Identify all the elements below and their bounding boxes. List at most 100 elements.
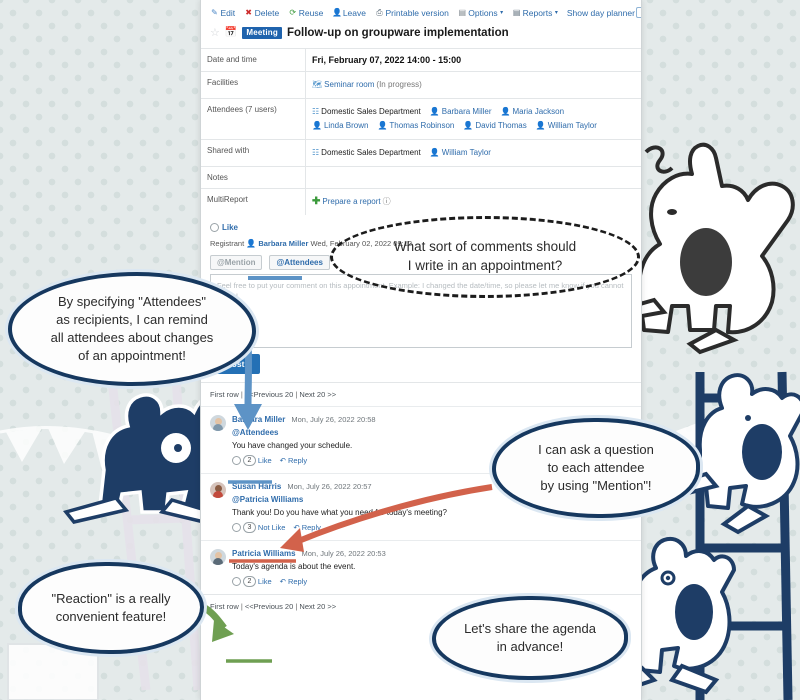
pager-previous-top[interactable]: <<Previous 20 — [245, 390, 293, 399]
attendee-name-3[interactable]: Linda Brown — [324, 119, 368, 133]
reply-label-3: Reply — [287, 577, 308, 586]
user-icon-5: 👤 — [463, 121, 474, 130]
comment-reaction-1[interactable]: 2 Like — [232, 455, 272, 466]
label-facilities: Facilities — [201, 71, 306, 99]
avatar-2 — [210, 482, 226, 498]
prepare-report-label[interactable]: Prepare a report — [322, 195, 380, 209]
like-button[interactable]: Like — [210, 223, 238, 232]
bubble-agenda-line2: in advance! — [496, 639, 564, 654]
attendee-name-5[interactable]: David Thomas — [475, 119, 526, 133]
printer-icon: ⎙ — [376, 8, 383, 17]
organization-icon: ☷ — [312, 107, 320, 116]
pager-next-top[interactable]: Next 20 >> — [299, 390, 336, 399]
ladder-right — [695, 371, 793, 700]
label-attendees: Attendees (7 users) — [201, 98, 306, 140]
attendee-chip-3[interactable]: 👤 Linda Brown — [312, 119, 368, 133]
toolbar-show-day-planner[interactable]: Show day planner ↓ — [566, 7, 641, 18]
day-planner-icon: ↓ — [636, 7, 641, 18]
page-title: Follow-up on groupware implementation — [286, 26, 509, 39]
label-multireport: MultiReport — [201, 188, 306, 215]
comment-reply-3[interactable]: ↶ Reply — [280, 577, 307, 586]
prepare-report-action[interactable]: ✚ Prepare a report ⓘ — [312, 195, 391, 209]
comment-timestamp-3: Mon, July 26, 2022 20:53 — [301, 549, 386, 558]
avatar-1 — [210, 415, 226, 431]
comment-timestamp-1: Mon, July 26, 2022 20:58 — [291, 415, 376, 424]
value-notes — [305, 166, 641, 189]
registrant-label: Registrant — [210, 239, 245, 248]
comment-author-2[interactable]: Susan Harris — [232, 482, 281, 491]
attendee-chip-6[interactable]: 👤 William Taylor — [536, 119, 597, 133]
toolbar-leave[interactable]: 👤 Leave — [332, 8, 366, 18]
comment-timestamp-2: Mon, July 26, 2022 20:57 — [287, 482, 372, 491]
chevron-down-icon-2: ▾ — [554, 10, 558, 16]
appointment-toolbar: ✎ Edit ✖ Delete ⟳ Reuse 👤 Leave ⎙ Printa… — [201, 0, 641, 23]
help-icon[interactable]: ⓘ — [383, 195, 391, 209]
pager-sep-1: | — [240, 390, 243, 399]
reaction-count-2: 3 — [243, 522, 256, 533]
toolbar-options-label: Options — [468, 7, 498, 18]
facility-chip[interactable]: 🗺 Seminar room (In progress) — [312, 78, 422, 92]
label-notes: Notes — [201, 166, 306, 189]
pager-first-row-top[interactable]: First row — [210, 390, 239, 399]
bunting-left — [0, 426, 129, 470]
comment-author-3[interactable]: Patricia Williams — [232, 549, 296, 558]
appointment-detail-table: Date and time Fri, February 07, 2022 14:… — [201, 48, 641, 215]
pager-first-row-bottom[interactable]: First row — [210, 602, 239, 611]
attendee-chip-1[interactable]: 👤 Barbara Miller — [430, 105, 492, 119]
shared-org-chip[interactable]: ☷ Domestic Sales Department — [312, 146, 421, 160]
table-row-date-time: Date and time Fri, February 07, 2022 14:… — [201, 48, 641, 72]
page-title-row: ☆ 📅 Meeting Follow-up on groupware imple… — [201, 23, 641, 48]
comment-reply-1[interactable]: ↶ Reply — [280, 456, 307, 465]
facility-name[interactable]: Seminar room — [324, 78, 374, 92]
toolbar-edit[interactable]: ✎ Edit — [210, 8, 235, 18]
user-icon: 👤 — [429, 107, 440, 116]
speech-bubble-agenda: Let's share the agenda in advance! — [432, 596, 628, 680]
edit-icon: ✎ — [211, 8, 218, 17]
table-row-attendees: Attendees (7 users) ☷ Domestic Sales Dep… — [201, 98, 641, 140]
toolbar-day-planner-label: Show day planner — [566, 7, 635, 18]
toolbar-reports[interactable]: ▤ Reports ▾ — [512, 8, 558, 18]
bubble-reaction-line2: convenient feature! — [55, 609, 167, 624]
bubble-attendees-line1: By specifying "Attendees" — [58, 294, 206, 310]
toolbar-options[interactable]: ▤ Options ▾ — [458, 7, 504, 18]
registrant-name[interactable]: Barbara Miller — [258, 239, 308, 248]
attendees-mention-button[interactable]: @Attendees — [269, 255, 330, 270]
attendee-name-1[interactable]: Barbara Miller — [442, 105, 492, 119]
comment-reaction-3[interactable]: 2 Like — [232, 576, 272, 587]
attendee-name-6[interactable]: William Taylor — [548, 119, 597, 133]
toolbar-leave-label: Leave — [342, 7, 366, 18]
bubble-reaction-line1: "Reaction" is a really — [51, 591, 171, 607]
attendee-chip-4[interactable]: 👤 Thomas Robinson — [377, 119, 454, 133]
attendee-name-4[interactable]: Thomas Robinson — [389, 119, 454, 133]
shared-user-chip[interactable]: 👤 William Taylor — [430, 146, 491, 160]
pager-sep-3: | — [240, 602, 243, 611]
room-icon: 🗺 — [312, 80, 323, 89]
attendee-chip-2[interactable]: 👤 Maria Jackson — [501, 105, 565, 119]
toolbar-delete[interactable]: ✖ Delete — [244, 8, 279, 18]
attendee-org-chip[interactable]: ☷ Domestic Sales Department — [312, 105, 421, 119]
comment-author-1[interactable]: Barbara Miller — [232, 415, 285, 424]
avatar-3 — [210, 549, 226, 565]
attendee-chip-5[interactable]: 👤 David Thomas — [463, 119, 526, 133]
mention-button[interactable]: @Mention — [210, 255, 263, 270]
toolbar-reuse[interactable]: ⟳ Reuse — [288, 8, 323, 18]
attendee-name-2[interactable]: Maria Jackson — [513, 105, 565, 119]
comment-reaction-2[interactable]: 3 Not Like — [232, 522, 285, 533]
comment-reply-2[interactable]: ↶ Reply — [293, 523, 320, 532]
reaction-icon-3 — [232, 577, 241, 586]
pager-sep-2: | — [295, 390, 298, 399]
shared-user-name[interactable]: William Taylor — [442, 146, 491, 160]
like-icon — [210, 223, 219, 232]
reaction-icon-1 — [232, 456, 241, 465]
toolbar-edit-label: Edit — [220, 7, 236, 18]
user-icon-3: 👤 — [312, 121, 322, 130]
organization-icon-2: ☷ — [312, 148, 320, 157]
attendee-org-name: Domestic Sales Department — [321, 107, 421, 116]
delete-icon: ✖ — [245, 8, 252, 17]
reaction-label-3: Like — [257, 577, 272, 586]
pager-next-bottom[interactable]: Next 20 >> — [299, 602, 336, 611]
toolbar-printable-version[interactable]: ⎙ Printable version — [375, 8, 449, 18]
pager-previous-bottom[interactable]: <<Previous 20 — [245, 602, 293, 611]
star-icon[interactable]: ☆ — [210, 26, 220, 39]
reaction-icon-2 — [232, 523, 241, 532]
